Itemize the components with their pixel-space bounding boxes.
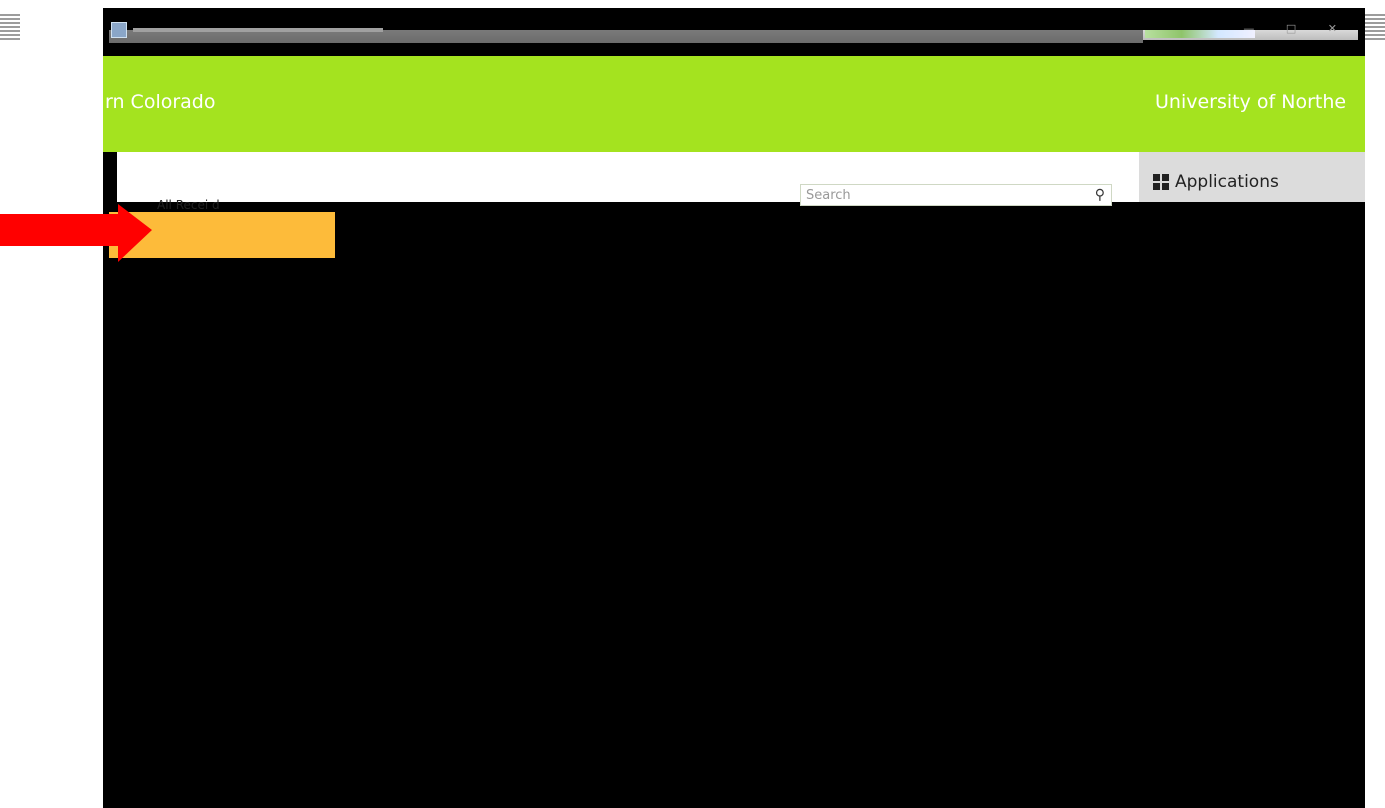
site-header: rn Colorado University of Northe <box>103 56 1365 152</box>
sidebar: Applications <box>1139 152 1365 202</box>
title-bar: — □ ✕ <box>103 8 1365 56</box>
taskbar-tab-blur[interactable] <box>1145 30 1255 38</box>
applications-link[interactable]: Applications <box>1153 172 1279 192</box>
right-edge-lines <box>1365 12 1385 40</box>
search-icon[interactable]: ⚲ <box>1095 187 1105 203</box>
search-placeholder: Search <box>806 188 851 203</box>
header-title-right: University of Northe <box>1155 91 1347 113</box>
filter-tabs-partial[interactable]: All Recei d <box>157 198 220 212</box>
arrow-shape <box>0 204 152 262</box>
search-input[interactable]: Search ⚲ <box>800 184 1112 206</box>
arrow-icon <box>0 204 152 262</box>
title-text-blur <box>133 28 383 32</box>
main-content: All Recei d Search ⚲ <box>117 152 1139 212</box>
window-controls[interactable]: — □ ✕ <box>1243 22 1351 35</box>
header-title-left: rn Colorado <box>105 91 216 113</box>
applications-label: Applications <box>1175 172 1279 192</box>
left-edge-lines <box>0 12 20 40</box>
applications-grid-icon <box>1153 174 1169 190</box>
app-icon <box>111 22 127 38</box>
browser-window: — □ ✕ rn Colorado University of Northe A… <box>103 8 1365 808</box>
